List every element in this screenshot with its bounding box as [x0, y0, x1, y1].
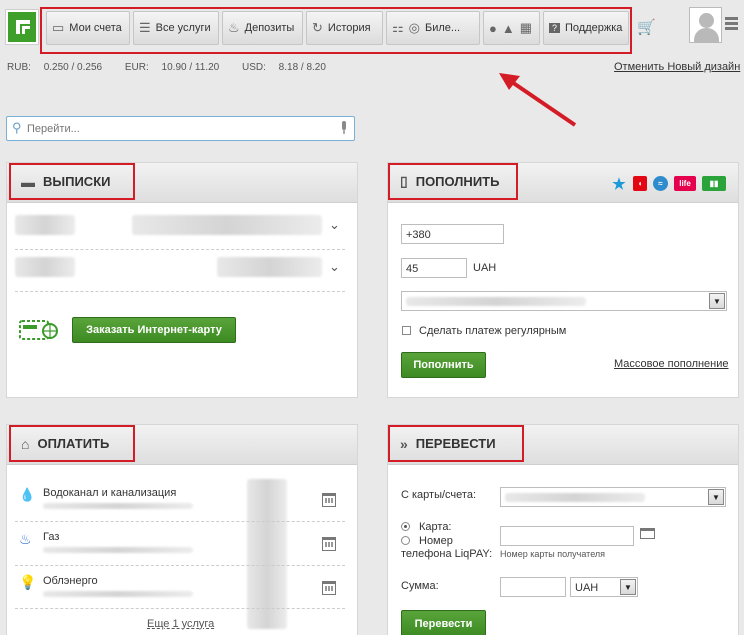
exchange-rates: RUB: 0.250 / 0.256 EUR: 10.90 / 11.20 US… [7, 62, 326, 73]
transfer-amount-input[interactable] [500, 577, 566, 597]
star-icon[interactable]: ★ [612, 176, 626, 193]
life-icon[interactable]: life [674, 176, 696, 191]
from-card-select[interactable]: ▼ [500, 487, 726, 507]
card-select[interactable]: ▼ [401, 291, 727, 311]
topup-button[interactable]: Пополнить [401, 352, 486, 378]
card-icon: ▬ [21, 173, 35, 190]
regular-payment-checkbox[interactable] [402, 326, 411, 335]
search-box[interactable]: ⚲ [6, 116, 355, 141]
chevron-down-icon[interactable]: ⌄ [329, 259, 340, 275]
calendar-icon[interactable] [322, 581, 336, 595]
bulb-icon: 💡 [19, 574, 37, 590]
transfer-button[interactable]: Перевести [401, 610, 486, 635]
mass-topup-link[interactable]: Массовое пополнение [614, 358, 729, 370]
phone-option-label-2: телефона LiqPAY: [401, 548, 493, 560]
recipient-card-input[interactable] [500, 526, 634, 546]
search-input[interactable] [27, 120, 327, 138]
drop-icon: 💧 [19, 487, 36, 502]
home-icon: ⌂ [21, 435, 30, 452]
phone-input[interactable]: +380 [401, 224, 504, 244]
pay-title: ⌂ ОПЛАТИТЬ [9, 425, 135, 462]
double-chevron-right-icon: » [400, 435, 408, 452]
amount-input[interactable]: 45 [401, 258, 467, 278]
account-blurred [15, 257, 75, 277]
card-option-label: Карта: [419, 521, 452, 533]
amounts-blurred [247, 479, 287, 629]
rate-rub: 0.250 / 0.256 [43, 62, 103, 73]
calendar-icon[interactable] [322, 493, 336, 507]
transfer-title: » ПЕРЕВЕСТИ [388, 425, 524, 462]
account-balance-blurred [132, 215, 322, 235]
utel-icon[interactable]: ▮▮ [702, 176, 726, 191]
recipient-hint: Номер карты получателя [500, 549, 606, 559]
kyivstar-icon[interactable]: ≈ [653, 176, 668, 191]
mts-icon[interactable]: ◖ [633, 176, 647, 191]
from-card-label: С карты/счета: [401, 489, 476, 501]
account-balance-blurred [217, 257, 322, 277]
statements-panel: ▬ ВЫПИСКИ ⌄ ⌄ Заказать Интернет-карту [6, 162, 358, 398]
topup-title: ▯ ПОПОЛНИТЬ [388, 163, 518, 200]
privatbank-logo[interactable] [6, 10, 38, 44]
chevron-down-icon: ▼ [709, 293, 725, 309]
internet-card-icon [19, 320, 58, 340]
chevron-down-icon[interactable]: ⌄ [329, 217, 340, 233]
rate-usd: 8.18 / 8.20 [278, 62, 326, 73]
cart-icon[interactable]: 🛒 [637, 18, 657, 38]
phone-option-label: Номер [419, 535, 453, 547]
phone-icon: ▯ [400, 173, 408, 189]
cancel-new-design-link[interactable]: Отменить Новый дизайн [614, 61, 740, 73]
pay-item-gas[interactable]: Газ [43, 531, 59, 543]
transfer-panel: » ПЕРЕВЕСТИ С карты/счета: ▼ Карта: Номер… [387, 424, 739, 635]
annotation-arrow [499, 73, 577, 127]
avatar[interactable] [689, 7, 722, 43]
rate-eur: 10.90 / 11.20 [161, 62, 220, 73]
microphone-icon[interactable] [340, 121, 348, 135]
flame-icon: ♨ [19, 531, 32, 547]
pay-panel: ⌂ ОПЛАТИТЬ 💧 Водоканал и канализация ♨ Га… [6, 424, 358, 635]
more-services-link[interactable]: Еще 1 услуга [147, 618, 214, 630]
amount-label: Сумма: [401, 580, 439, 592]
currency-label: UAH [473, 262, 497, 274]
nav-highlight-frame [40, 7, 632, 54]
regular-payment-label: Сделать платеж регулярным [419, 325, 567, 337]
pay-item-water[interactable]: Водоканал и канализация [43, 487, 176, 499]
order-internet-card-button[interactable]: Заказать Интернет-карту [72, 317, 236, 343]
chevron-down-icon: ▼ [708, 489, 724, 505]
phone-radio[interactable] [401, 536, 410, 545]
account-blurred [15, 215, 75, 235]
calendar-icon[interactable] [322, 537, 336, 551]
card-radio[interactable] [401, 522, 410, 531]
search-icon: ⚲ [12, 120, 22, 135]
pay-item-electricity[interactable]: Облэнерго [43, 575, 98, 587]
chevron-down-icon: ▼ [620, 579, 636, 595]
topup-panel: ▯ ПОПОЛНИТЬ ★ ◖ ≈ life ▮▮ +380 45 UAH ▼ С… [387, 162, 739, 398]
currency-select[interactable]: UAH ▼ [570, 577, 638, 597]
statements-title: ▬ ВЫПИСКИ [9, 163, 135, 200]
card-icon[interactable] [640, 528, 655, 539]
menu-icon[interactable] [725, 17, 738, 31]
